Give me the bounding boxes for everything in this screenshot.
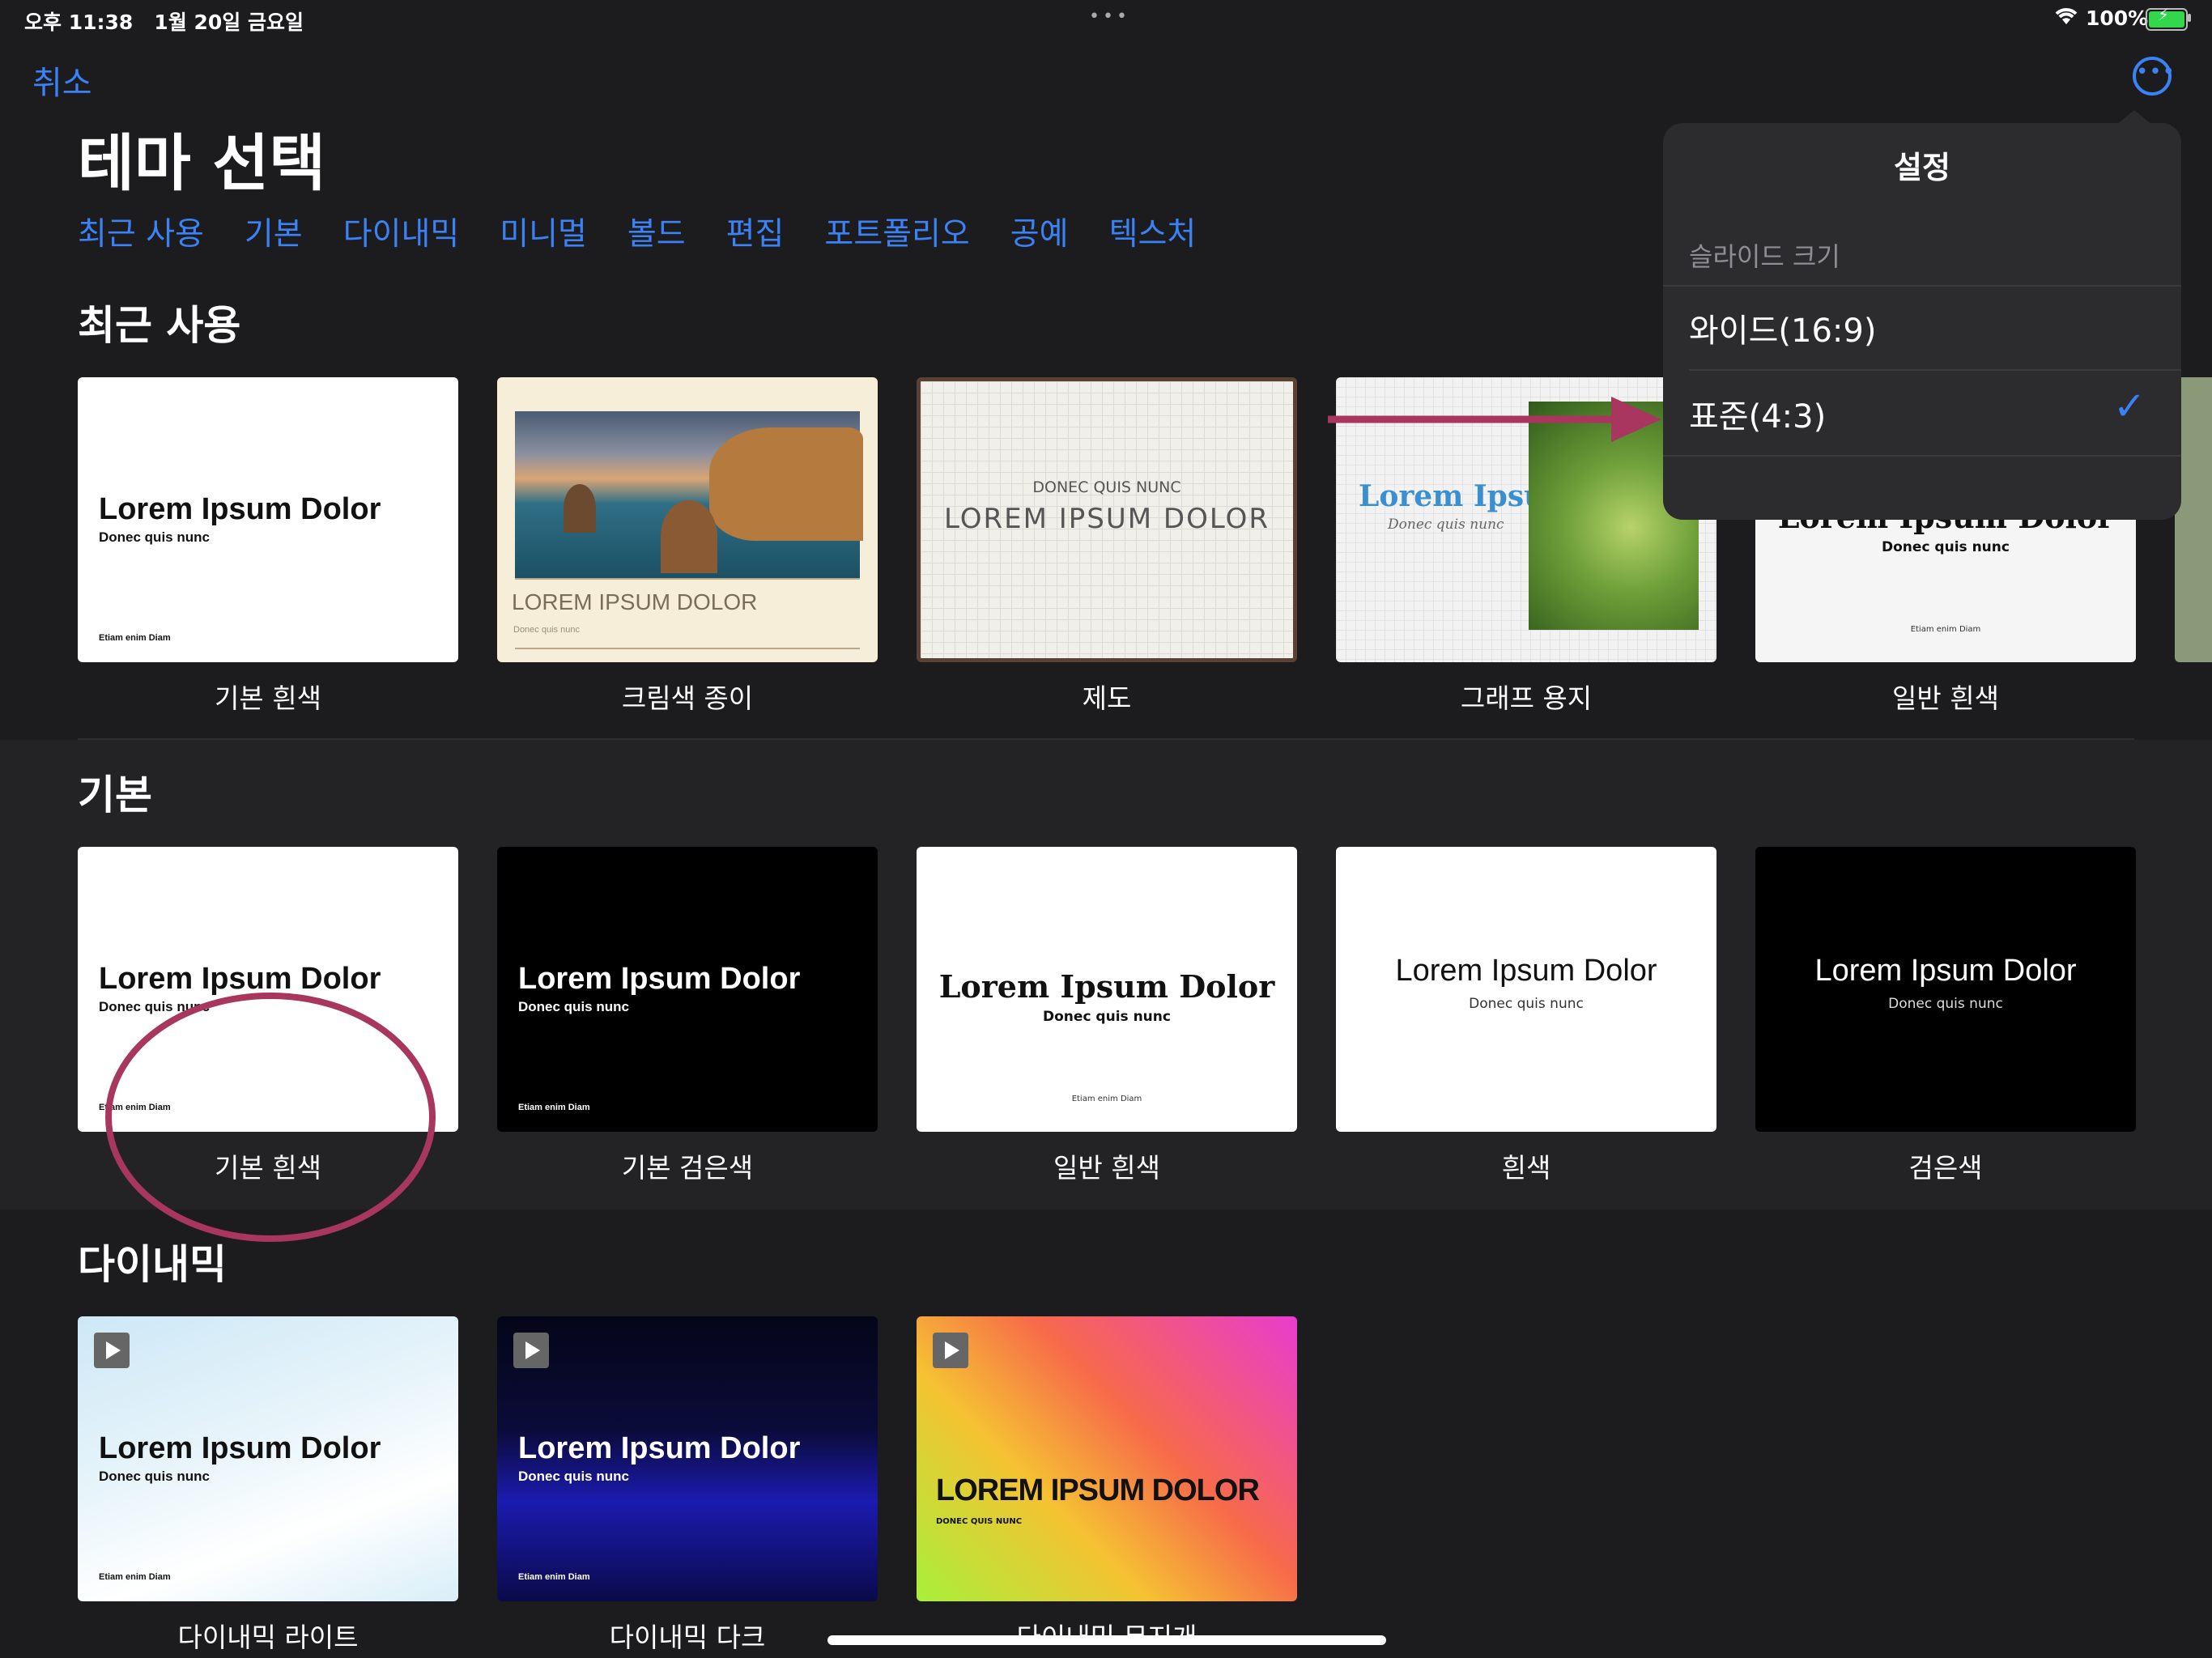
annotation-overlay	[105, 397, 1661, 1242]
annotation-arrow-head	[1611, 397, 1661, 442]
home-indicator[interactable]	[827, 1635, 1386, 1645]
annotation-circle	[105, 993, 436, 1242]
